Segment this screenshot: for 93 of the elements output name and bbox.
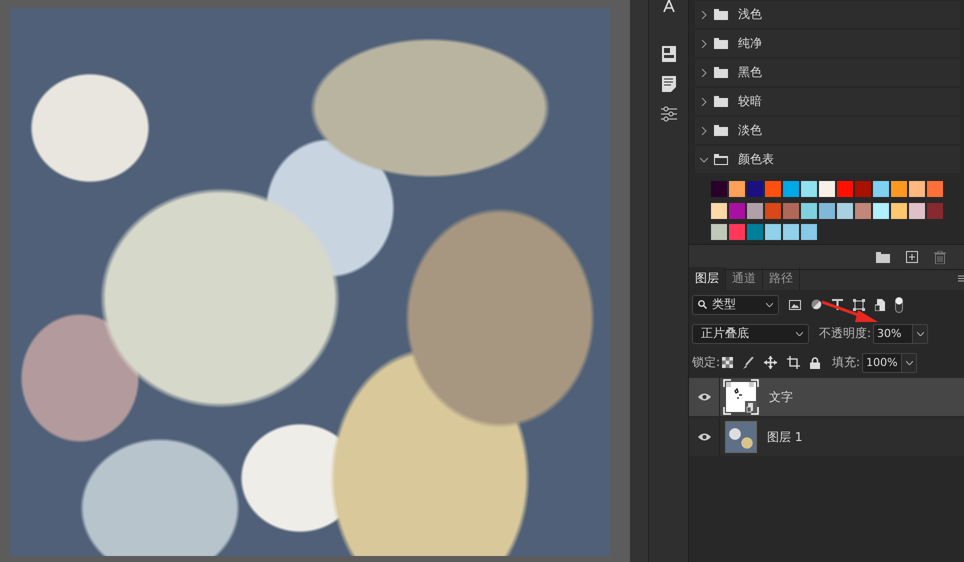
panel-tab[interactable]: 图层 [689,267,726,290]
color-swatch[interactable] [729,181,745,197]
color-swatch[interactable] [729,202,745,219]
color-swatch[interactable] [801,181,817,197]
color-swatch[interactable] [891,202,907,219]
panel-icon[interactable] [662,46,676,62]
color-swatch[interactable] [711,224,727,240]
new-item-icon[interactable] [906,251,918,263]
caret-icon [916,332,924,336]
type-filter-icon[interactable] [832,299,843,310]
toggle-icon[interactable] [895,296,903,312]
chevron-right-icon[interactable] [700,98,708,106]
move-icon[interactable] [764,356,778,369]
fill-field[interactable]: 100% [862,352,918,372]
folder-icon [714,38,728,49]
folder-icon [714,9,728,20]
color-swatch[interactable] [855,181,871,197]
document-icon[interactable] [662,76,676,92]
panel-tab[interactable]: 通道 [726,267,763,290]
color-swatch[interactable] [747,224,763,240]
lock-label: 锁定: [692,354,720,371]
color-swatch[interactable] [891,181,907,197]
menu-icon[interactable] [958,275,964,282]
fill-label: 填充: [832,354,860,371]
color-swatch[interactable] [783,181,799,197]
brush-icon[interactable] [743,356,754,368]
color-swatch[interactable] [783,202,799,219]
layer-name: 文字 [769,388,793,406]
color-swatch[interactable] [765,202,781,219]
opacity-label: 不透明度: [819,325,872,342]
blend-mode-dropdown[interactable]: 正片叠底 [692,324,809,344]
color-swatch[interactable] [801,224,817,240]
color-swatch[interactable] [819,202,835,219]
color-swatch[interactable] [909,181,925,197]
layer-row[interactable]: 文字 [689,378,964,416]
color-swatch[interactable] [927,202,943,219]
chevron-right-icon[interactable] [700,68,708,76]
color-swatch[interactable] [765,181,781,197]
folder-icon[interactable] [876,252,890,262]
swatch-group-name[interactable]: 浅色 [738,6,762,23]
search-icon [698,300,707,309]
arrow-annotation [820,300,880,324]
chevron-right-icon[interactable] [700,40,708,48]
crop-icon[interactable] [787,356,800,369]
color-swatch[interactable] [711,181,727,197]
checkerboard-icon[interactable] [722,357,734,368]
smart-object-filter-icon[interactable] [875,298,885,310]
caret-icon [766,302,773,306]
color-swatch[interactable] [729,224,745,240]
eye-icon[interactable] [698,393,710,401]
color-swatch[interactable] [747,202,763,219]
swatch-group-name[interactable]: 黑色 [738,64,762,81]
color-swatch[interactable] [837,202,853,219]
caret-icon [906,360,913,364]
lock-icon[interactable] [810,356,820,368]
filter-dropdown[interactable]: 类型 [692,294,779,314]
color-swatch[interactable] [927,181,943,197]
color-swatch[interactable] [873,202,889,219]
text-tool-icon[interactable] [660,0,676,12]
swatch-group-name[interactable]: 颜色表 [738,151,774,168]
color-swatch[interactable] [837,181,853,197]
folder-icon [714,67,728,78]
smart-object-thumbnail [723,379,759,415]
chevron-down-icon[interactable] [700,156,708,164]
shape-filter-icon[interactable] [853,298,865,310]
half-circle-icon[interactable] [811,299,822,310]
swatch-group-name[interactable]: 淡色 [738,122,762,139]
color-swatch[interactable] [801,202,817,219]
folder-icon [714,154,728,165]
panel-tab[interactable]: 路径 [763,267,800,290]
sliders-icon[interactable] [660,106,676,122]
image-filter-icon[interactable] [789,300,801,310]
color-swatch[interactable] [711,202,727,219]
color-swatch[interactable] [747,181,763,197]
folder-icon [714,96,728,107]
color-swatch[interactable] [873,181,889,197]
photo-thumbnail [725,421,757,453]
color-swatch[interactable] [783,224,799,240]
color-swatch[interactable] [765,224,781,240]
swatch-group-name[interactable]: 较暗 [738,93,762,110]
opacity-field[interactable]: 30% [873,324,928,344]
caret-icon [796,332,803,336]
chevron-right-icon[interactable] [700,126,708,134]
layer-row[interactable]: 图层 1 [689,418,964,456]
color-swatch[interactable] [819,181,835,197]
color-swatch[interactable] [909,202,925,219]
eye-icon[interactable] [698,433,710,441]
trash-icon[interactable] [934,250,946,264]
swatch-group-name[interactable]: 纯净 [738,35,762,52]
color-swatch[interactable] [855,202,871,219]
chevron-right-icon[interactable] [700,10,708,18]
folder-icon [714,125,728,136]
layer-name: 图层 1 [767,428,802,446]
